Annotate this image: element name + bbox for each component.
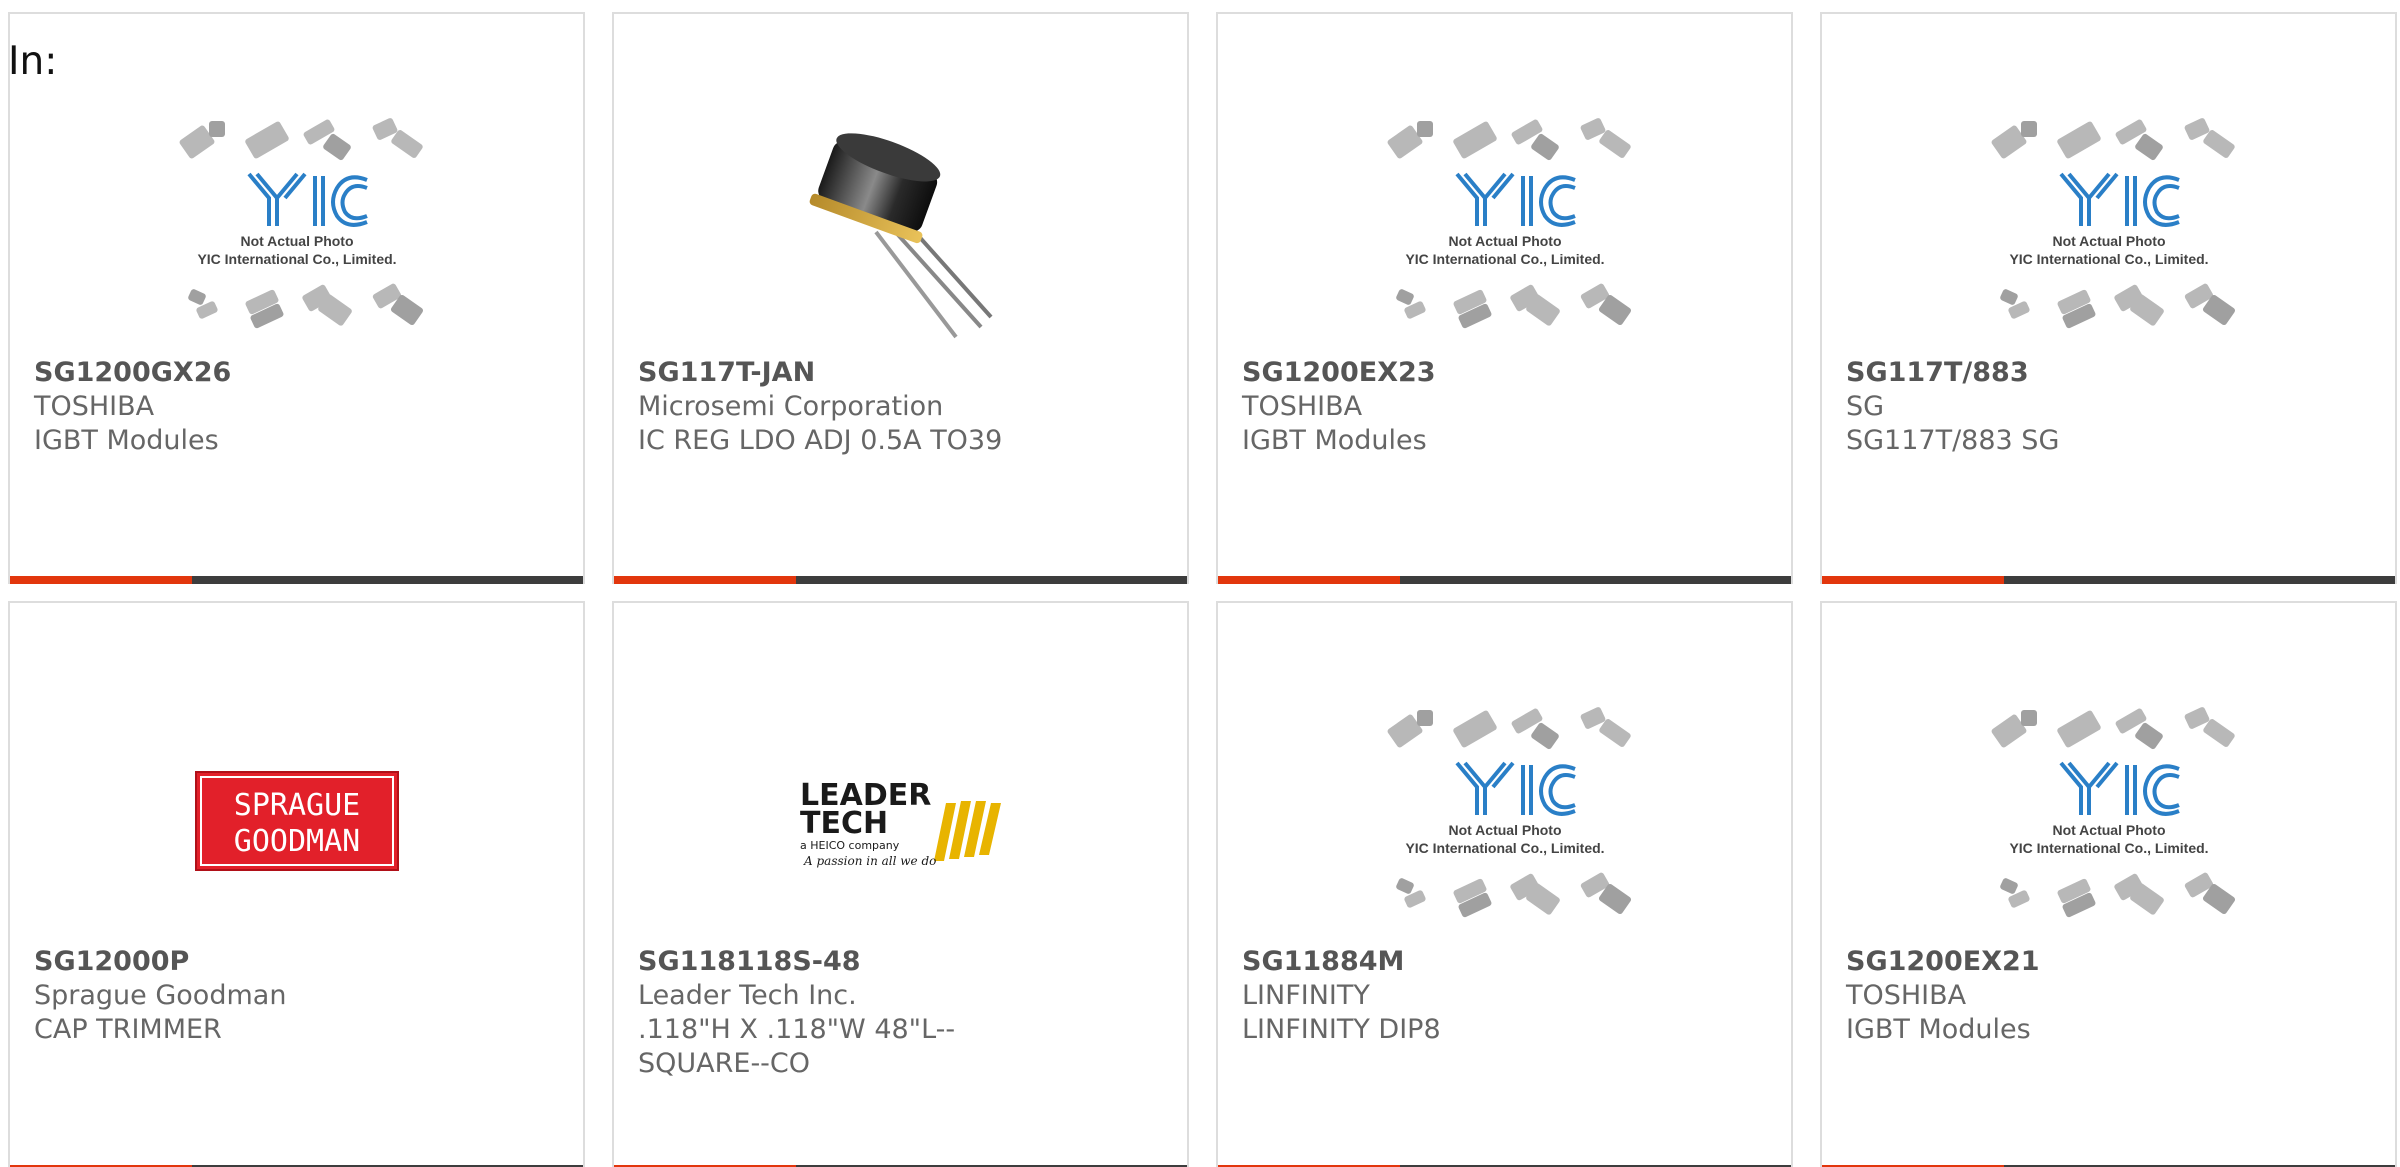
product-info: SG11884M LINFINITY LINFINITY DIP8	[1242, 945, 1672, 1047]
product-card[interactable]: SPRAGUE GOODMAN SG12000P Sprague Goodman…	[8, 601, 585, 1167]
yic-logo	[246, 172, 368, 227]
product-thumbnail[interactable]	[614, 94, 1187, 369]
description: IC REG LDO ADJ 0.5A TO39	[638, 425, 1003, 456]
product-card[interactable]: SG117T-JAN Microsemi Corporation IC REG …	[612, 12, 1189, 584]
placeholder-caption-2: YIC International Co., Limited.	[1405, 251, 1604, 267]
description: .118"H X .118"W 48"L--SQUARE--CO	[638, 1014, 956, 1079]
manufacturer: TOSHIBA	[1846, 980, 1967, 1011]
yic-placeholder-image: Not Actual Photo YIC International Co., …	[1991, 706, 2235, 917]
placeholder-caption-2: YIC International Co., Limited.	[1405, 840, 1604, 856]
placeholder-caption-2: YIC International Co., Limited.	[197, 251, 396, 267]
yic-logo	[2058, 761, 2180, 816]
part-number[interactable]: SG11884M	[1242, 945, 1672, 979]
product-info: SG12000P Sprague Goodman CAP TRIMMER	[34, 945, 464, 1047]
product-grid-page: In: Not Actual Photo YIC International C…	[0, 0, 2400, 1167]
description: IGBT Modules	[34, 425, 219, 456]
to39-transistor-photo	[809, 132, 992, 338]
placeholder-caption-1: Not Actual Photo	[2052, 822, 2165, 838]
product-card[interactable]: Not Actual Photo YIC International Co., …	[1216, 601, 1793, 1167]
logo-text-2: TECH	[800, 806, 888, 841]
product-thumbnail[interactable]: Not Actual Photo YIC International Co., …	[1218, 683, 1791, 958]
card-accent-bar	[1218, 576, 1400, 584]
product-info: SG117T/883 SG SG117T/883 SG	[1846, 356, 2276, 458]
placeholder-caption-1: Not Actual Photo	[1448, 822, 1561, 838]
manufacturer: TOSHIBA	[1242, 391, 1363, 422]
part-number[interactable]: SG1200GX26	[34, 356, 464, 390]
yic-placeholder-image: Not Actual Photo YIC International Co., …	[179, 117, 423, 328]
part-number[interactable]: SG118118S-48	[638, 945, 1068, 979]
product-thumbnail[interactable]: Not Actual Photo YIC International Co., …	[1822, 683, 2395, 958]
card-accent-bar	[10, 576, 192, 584]
card-footer-bar	[1218, 576, 1791, 584]
manufacturer: SG	[1846, 391, 1885, 422]
logo-text-4: A passion in all we do	[803, 854, 936, 868]
description: IGBT Modules	[1846, 1014, 2031, 1045]
card-footer-bar	[1822, 576, 2395, 584]
placeholder-caption-1: Not Actual Photo	[2052, 233, 2165, 249]
manufacturer: Microsemi Corporation	[638, 391, 944, 422]
filter-label: In:	[8, 39, 58, 84]
placeholder-caption-1: Not Actual Photo	[1448, 233, 1561, 249]
product-info: SG118118S-48 Leader Tech Inc. .118"H X .…	[638, 945, 1068, 1081]
logo-text-2: GOODMAN	[233, 824, 359, 859]
product-card[interactable]: Not Actual Photo YIC International Co., …	[1216, 12, 1793, 584]
card-accent-bar	[614, 576, 796, 584]
placeholder-caption-1: Not Actual Photo	[240, 233, 353, 249]
description: IGBT Modules	[1242, 425, 1427, 456]
product-info: SG1200GX26 TOSHIBA IGBT Modules	[34, 356, 464, 458]
product-card[interactable]: Not Actual Photo YIC International Co., …	[1820, 601, 2397, 1167]
yic-placeholder-image: Not Actual Photo YIC International Co., …	[1387, 117, 1631, 328]
card-footer-bar	[10, 576, 583, 584]
part-number[interactable]: SG1200EX23	[1242, 356, 1672, 390]
yic-placeholder-image: Not Actual Photo YIC International Co., …	[1991, 117, 2235, 328]
product-thumbnail[interactable]: Not Actual Photo YIC International Co., …	[10, 94, 583, 369]
description: SG117T/883 SG	[1846, 425, 2060, 456]
manufacturer: Leader Tech Inc.	[638, 980, 857, 1011]
product-thumbnail[interactable]: Not Actual Photo YIC International Co., …	[1218, 94, 1791, 369]
part-number[interactable]: SG117T-JAN	[638, 356, 1068, 390]
yic-logo	[1454, 761, 1576, 816]
product-thumbnail[interactable]: Not Actual Photo YIC International Co., …	[1822, 94, 2395, 369]
description: CAP TRIMMER	[34, 1014, 222, 1045]
manufacturer: TOSHIBA	[34, 391, 155, 422]
logo-text-1: SPRAGUE	[233, 788, 359, 823]
yic-logo	[2058, 172, 2180, 227]
sprague-goodman-logo: SPRAGUE GOODMAN	[194, 770, 399, 871]
description: LINFINITY DIP8	[1242, 1014, 1441, 1045]
yic-logo	[1454, 172, 1576, 227]
part-number[interactable]: SG1200EX21	[1846, 945, 2276, 979]
manufacturer: LINFINITY	[1242, 980, 1370, 1011]
product-card[interactable]: Not Actual Photo YIC International Co., …	[1820, 12, 2397, 584]
placeholder-caption-2: YIC International Co., Limited.	[2009, 840, 2208, 856]
card-footer-bar	[614, 576, 1187, 584]
product-card[interactable]: Not Actual Photo YIC International Co., …	[8, 12, 585, 584]
product-thumbnail[interactable]: LEADER TECH a HEICO company A passion in…	[614, 683, 1187, 958]
logo-text-3: a HEICO company	[800, 839, 900, 852]
part-number[interactable]: SG12000P	[34, 945, 464, 979]
placeholder-caption-2: YIC International Co., Limited.	[2009, 251, 2208, 267]
card-accent-bar	[1822, 576, 2004, 584]
part-number[interactable]: SG117T/883	[1846, 356, 2276, 390]
product-info: SG1200EX21 TOSHIBA IGBT Modules	[1846, 945, 2276, 1047]
product-info: SG1200EX23 TOSHIBA IGBT Modules	[1242, 356, 1672, 458]
manufacturer: Sprague Goodman	[34, 980, 287, 1011]
product-info: SG117T-JAN Microsemi Corporation IC REG …	[638, 356, 1068, 458]
yic-placeholder-image: Not Actual Photo YIC International Co., …	[1387, 706, 1631, 917]
product-card[interactable]: LEADER TECH a HEICO company A passion in…	[612, 601, 1189, 1167]
product-thumbnail[interactable]: SPRAGUE GOODMAN	[10, 683, 583, 958]
leader-tech-logo: LEADER TECH a HEICO company A passion in…	[800, 778, 1001, 868]
